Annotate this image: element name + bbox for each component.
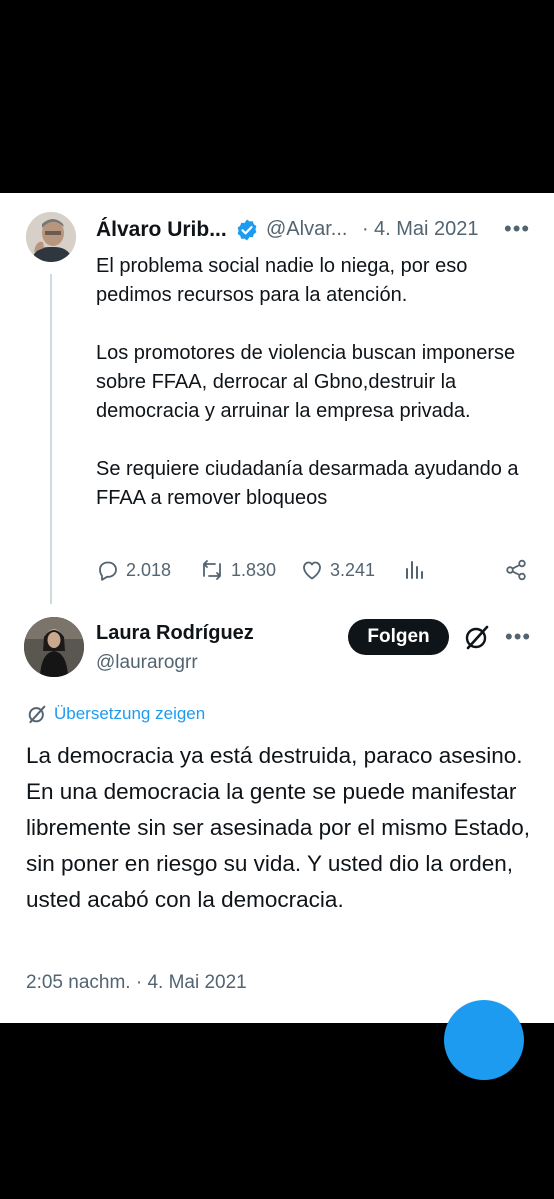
avatar-alvaro[interactable] (26, 212, 76, 262)
tweet-actions: 2.018 1.830 3.241 (96, 558, 536, 588)
reply-timestamp[interactable]: 2:05 nachm. · 4. Mai 2021 (26, 972, 247, 994)
reply-text: La democracia ya está destruida, paraco … (26, 743, 530, 912)
reply-author-name[interactable]: Laura Rodríguez (96, 622, 254, 645)
reply-count: 2.018 (126, 559, 172, 580)
tweet-paragraph: Se requiere ciudadanía desarmada ayudand… (96, 458, 519, 509)
translate-icon (28, 705, 46, 724)
like-icon (303, 561, 321, 580)
repost-button[interactable]: 1.830 (199, 558, 276, 582)
share-icon (506, 559, 526, 581)
reply-button[interactable]: 2.018 (96, 558, 171, 582)
translate-label[interactable]: Übersetzung zeigen (54, 704, 205, 724)
reply-icon (99, 561, 117, 581)
thread-line (50, 274, 52, 604)
share-button[interactable] (504, 558, 534, 582)
author-handle[interactable]: @Alvar... (266, 218, 347, 241)
follow-button[interactable]: Folgen (348, 619, 449, 655)
grok-icon[interactable] (462, 622, 492, 652)
avatar-laura[interactable] (24, 617, 84, 677)
tweet-text: El problema social nadie lo niega, por e… (96, 252, 536, 513)
views-icon (406, 561, 423, 579)
compose-fab-button[interactable] (444, 1000, 524, 1080)
translate-link[interactable]: Übersetzung zeigen (26, 703, 205, 725)
verified-badge-icon (235, 218, 259, 242)
separator: · (362, 218, 369, 240)
author-name[interactable]: Álvaro Urib... (96, 218, 227, 242)
tweet-date[interactable]: 4. Mai 2021 (374, 218, 479, 241)
tweet-paragraph: El problema social nadie lo niega, por e… (96, 255, 468, 306)
views-button[interactable] (402, 558, 432, 582)
like-button[interactable]: 3.241 (300, 558, 375, 582)
reply-author-handle[interactable]: @laurarogrr (96, 652, 198, 674)
more-icon[interactable]: ••• (504, 216, 530, 242)
more-icon[interactable]: ••• (505, 624, 531, 650)
tweet-paragraph: Los promotores de violencia buscan impon… (96, 342, 516, 422)
repost-icon (203, 560, 221, 580)
like-count: 3.241 (330, 559, 376, 580)
repost-count: 1.830 (231, 559, 277, 580)
